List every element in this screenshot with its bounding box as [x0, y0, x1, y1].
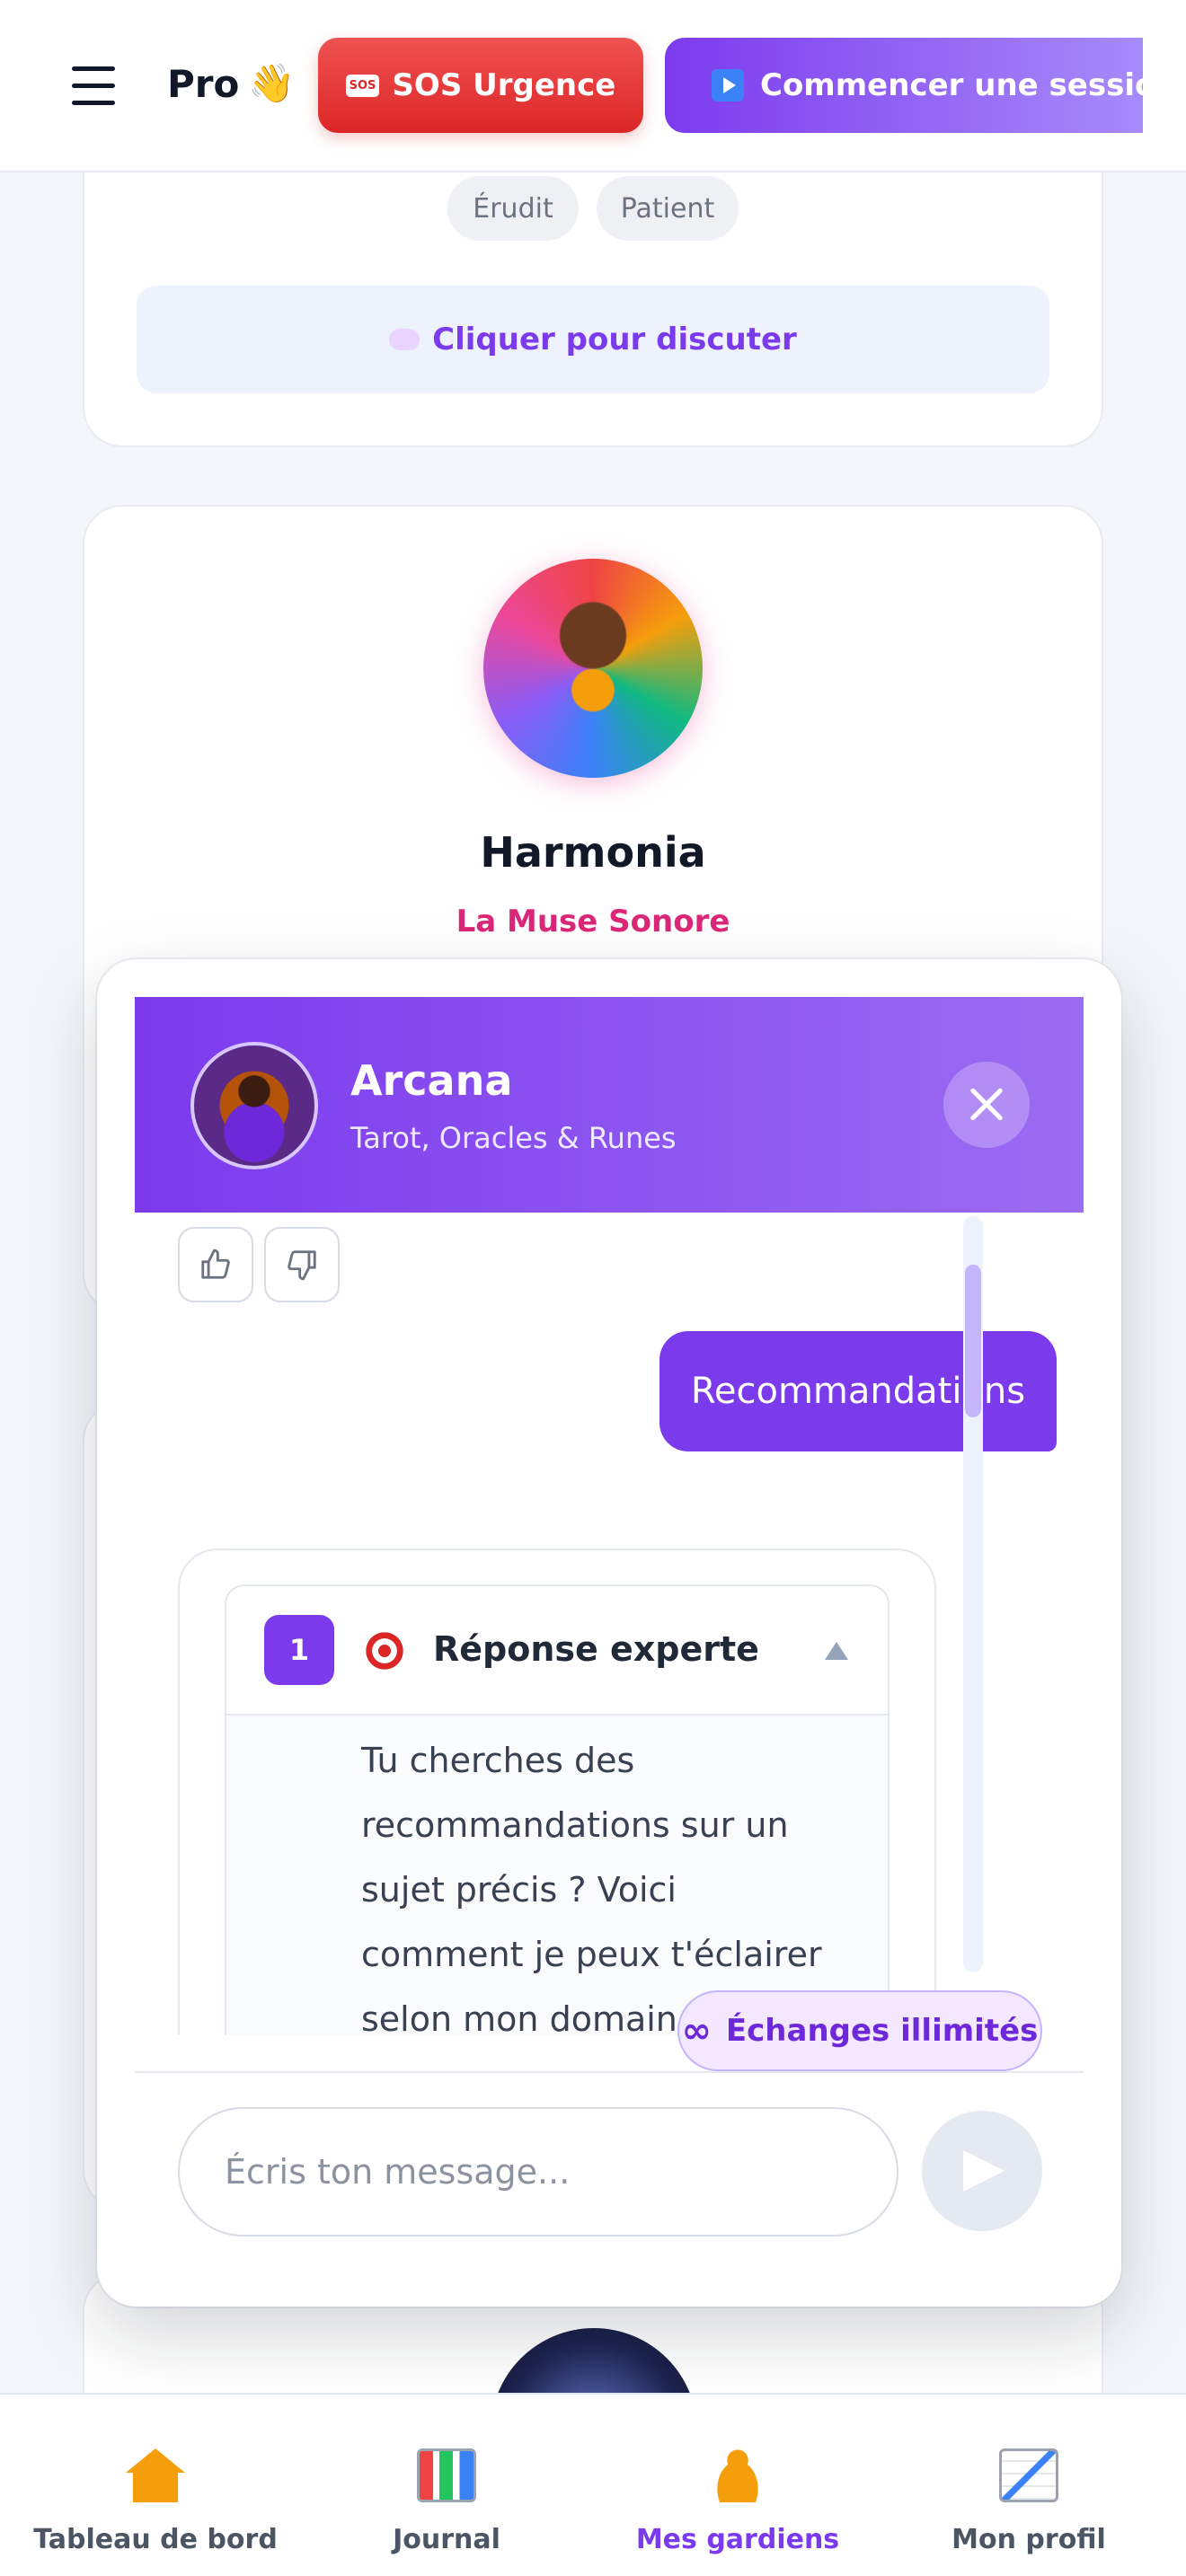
- harmonia-avatar: [483, 559, 703, 778]
- start-session-label: Commencer une session: [760, 67, 1143, 103]
- target-icon: [365, 1631, 404, 1671]
- message-input[interactable]: [178, 2107, 898, 2236]
- trait-tag: Érudit: [447, 176, 579, 241]
- bar-chart-icon: [417, 2448, 476, 2502]
- response-number: 1: [264, 1615, 334, 1685]
- nav-item-guardians[interactable]: Mes gardiens: [589, 2395, 886, 2576]
- thumbs-up-icon: [201, 1248, 230, 1279]
- house-icon: [126, 2448, 185, 2502]
- message-list[interactable]: Recommandations 1 Réponse experte Tu che…: [135, 1213, 1084, 2035]
- click-to-chat-button[interactable]: Cliquer pour discuter: [137, 286, 1049, 393]
- pro-label: Pro 👋: [167, 61, 296, 106]
- caret-up-icon[interactable]: [825, 1642, 848, 1660]
- guardian-name: Harmonia: [480, 828, 706, 877]
- chat-guardian-name: Arcana: [350, 1056, 513, 1105]
- send-icon[interactable]: [922, 2111, 1042, 2231]
- chat-guardian-subtitle: Tarot, Oracles & Runes: [350, 1121, 677, 1155]
- nav-label: Tableau de bord: [33, 2524, 278, 2555]
- chat-header: Arcana Tarot, Oracles & Runes: [135, 997, 1084, 1213]
- close-icon[interactable]: [943, 1062, 1030, 1148]
- bot-message-card: 1 Réponse experte Tu cherches des recomm…: [178, 1548, 936, 2035]
- unlimited-exchanges-badge: ∞ Échanges illimités: [677, 1990, 1042, 2071]
- thumbs-up-button[interactable]: [178, 1227, 253, 1302]
- line-chart-icon: [999, 2448, 1058, 2502]
- bottom-navigation: Tableau de bord Journal Mes gardiens Mon…: [0, 2393, 1186, 2576]
- nav-item-dashboard[interactable]: Tableau de bord: [7, 2395, 304, 2576]
- pro-text: Pro: [167, 61, 240, 106]
- chat-scrollbar-thumb[interactable]: [965, 1265, 981, 1417]
- guardian-role: La Muse Sonore: [456, 904, 730, 940]
- sos-urgence-button[interactable]: SOS SOS Urgence: [318, 38, 643, 133]
- play-icon: [712, 69, 744, 101]
- arcana-avatar: [190, 1042, 318, 1169]
- nav-item-profile[interactable]: Mon profil: [881, 2395, 1177, 2576]
- thumbs-down-icon: [288, 1250, 316, 1281]
- trait-tag: Patient: [597, 176, 739, 241]
- response-title: Réponse experte: [433, 1629, 759, 1669]
- start-session-button[interactable]: Commencer une session: [665, 38, 1143, 133]
- thumbs-down-button[interactable]: [264, 1227, 340, 1302]
- nav-label: Mon profil: [951, 2524, 1106, 2555]
- sos-urgence-label: SOS Urgence: [392, 67, 616, 103]
- user-message-bubble: Recommandations: [659, 1331, 1057, 1451]
- expert-response-section: 1 Réponse experte Tu cherches des recomm…: [225, 1584, 890, 2035]
- sos-icon: SOS: [345, 74, 380, 97]
- nav-item-journal[interactable]: Journal: [298, 2395, 595, 2576]
- speech-bubble-icon: [389, 329, 420, 350]
- nav-label: Journal: [393, 2524, 500, 2555]
- infinity-icon: ∞: [681, 2010, 712, 2051]
- waving-hand-icon: 👋: [248, 61, 296, 105]
- nav-label: Mes gardiens: [635, 2524, 840, 2555]
- meditation-icon: [708, 2448, 767, 2502]
- click-to-chat-label: Cliquer pour discuter: [432, 322, 797, 357]
- unlimited-exchanges-label: Échanges illimités: [725, 2013, 1039, 2049]
- divider: [135, 2071, 1084, 2073]
- top-header: Pro 👋 SOS SOS Urgence Commencer une sess…: [0, 0, 1186, 172]
- response-body: Tu cherches des recommandations sur un s…: [361, 1741, 822, 2035]
- hamburger-icon[interactable]: [72, 66, 115, 106]
- expert-response-header[interactable]: 1 Réponse experte: [226, 1586, 888, 1716]
